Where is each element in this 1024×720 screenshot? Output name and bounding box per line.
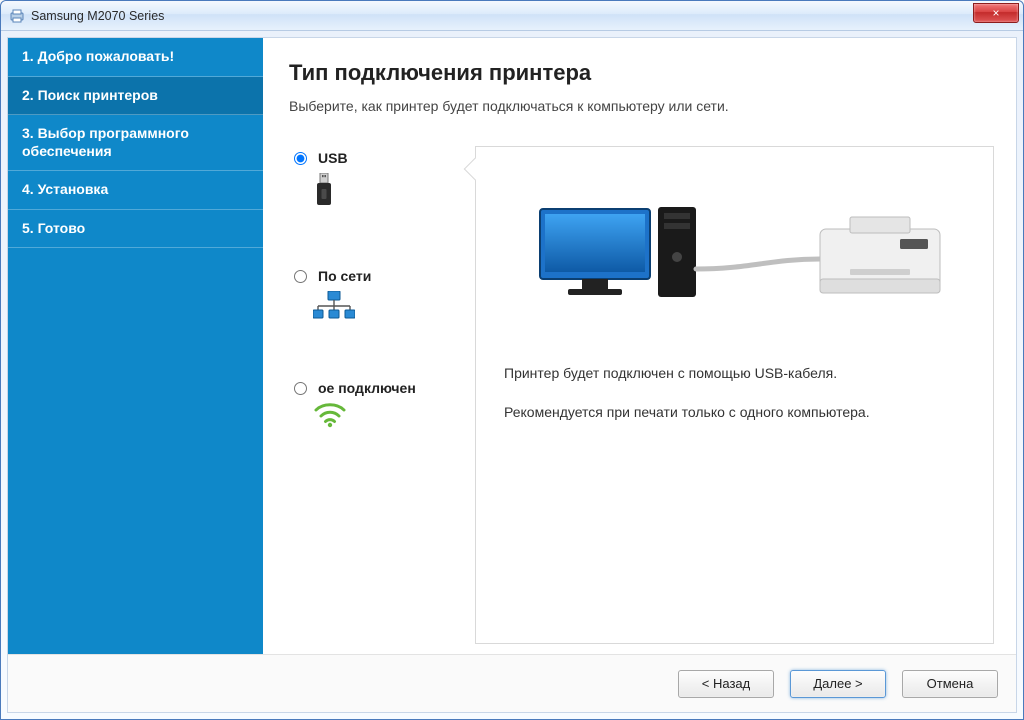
main-content: Тип подключения принтера Выберите, как п… (263, 38, 1016, 654)
page-subtitle: Выберите, как принтер будет подключаться… (289, 98, 994, 114)
steps-sidebar: 1. Добро пожаловать! 2. Поиск принтеров … (8, 38, 263, 654)
option-usb-head: USB (289, 150, 459, 167)
titlebar: Samsung M2070 Series × (1, 1, 1023, 31)
usb-illustration (504, 199, 965, 329)
window-title: Samsung M2070 Series (31, 9, 164, 23)
wifi-icon (313, 402, 459, 433)
description-line-2: Рекомендуется при печати только с одного… (504, 402, 965, 423)
preview-notch (464, 158, 487, 181)
close-button[interactable]: × (973, 3, 1019, 23)
step-install[interactable]: 4. Установка (8, 171, 263, 210)
network-icon (313, 291, 459, 326)
dialog: 1. Добро пожаловать! 2. Поиск принтеров … (7, 37, 1017, 713)
step-search-printers[interactable]: 2. Поиск принтеров (8, 77, 263, 116)
option-network[interactable]: По сети (289, 268, 459, 326)
installer-window: Samsung M2070 Series × 1. Добро пожалова… (0, 0, 1024, 720)
page-title: Тип подключения принтера (289, 60, 994, 86)
connection-options: USB (289, 146, 459, 644)
step-select-software[interactable]: 3. Выбор программного обеспечения (8, 115, 263, 171)
dialog-body: 1. Добро пожаловать! 2. Поиск принтеров … (8, 38, 1016, 654)
radio-usb[interactable] (294, 152, 307, 165)
usb-stick-icon (313, 173, 459, 214)
radio-wireless[interactable] (294, 382, 307, 395)
option-wireless-label: ое подключен (318, 380, 416, 397)
option-network-head: По сети (289, 268, 459, 285)
close-icon: × (992, 6, 999, 20)
cancel-button[interactable]: Отмена (902, 670, 998, 698)
radio-network[interactable] (294, 270, 307, 283)
printer-app-icon (9, 8, 25, 24)
wizard-footer: < Назад Далее > Отмена (8, 654, 1016, 712)
step-done[interactable]: 5. Готово (8, 210, 263, 249)
back-button[interactable]: < Назад (678, 670, 774, 698)
next-button[interactable]: Далее > (790, 670, 886, 698)
dialog-frame: 1. Добро пожаловать! 2. Поиск принтеров … (1, 31, 1023, 719)
description-line-1: Принтер будет подключен с помощью USB-ка… (504, 363, 965, 384)
connection-description: Принтер будет подключен с помощью USB-ка… (504, 363, 965, 441)
step-welcome[interactable]: 1. Добро пожаловать! (8, 38, 263, 77)
option-usb-label: USB (318, 150, 348, 167)
content-row: USB (289, 146, 994, 644)
option-wireless[interactable]: ое подключен (289, 380, 459, 434)
option-wireless-head: ое подключен (289, 380, 459, 397)
connection-preview: Принтер будет подключен с помощью USB-ка… (475, 146, 994, 644)
option-usb[interactable]: USB (289, 150, 459, 214)
option-network-label: По сети (318, 268, 371, 285)
